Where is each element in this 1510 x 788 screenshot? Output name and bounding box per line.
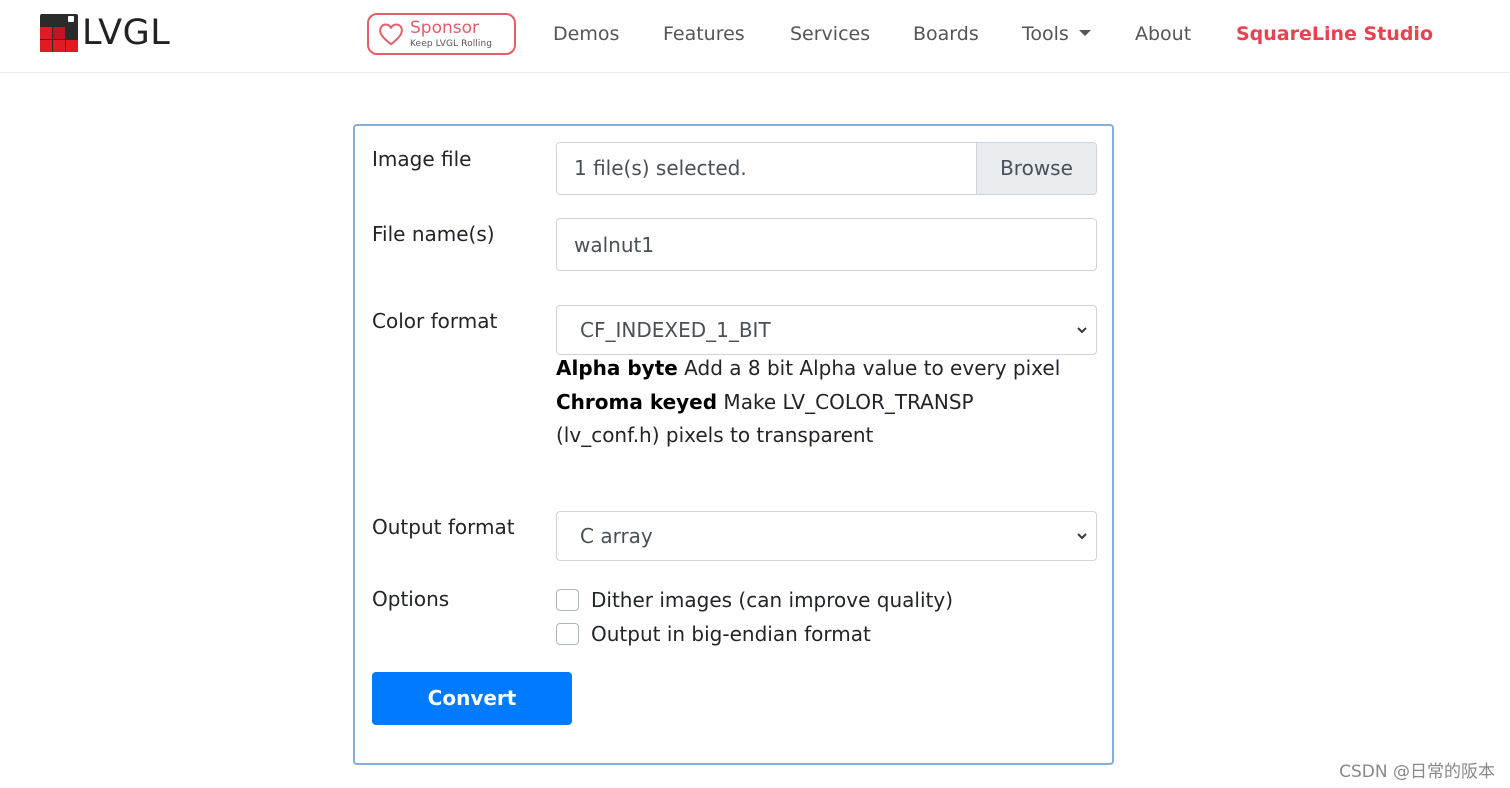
big-endian-checkbox[interactable]: [556, 623, 579, 645]
color-format-select[interactable]: CF_INDEXED_1_BIT: [556, 305, 1097, 355]
dither-checkbox[interactable]: [556, 589, 579, 611]
sponsor-button[interactable]: Sponsor Keep LVGL Rolling: [367, 13, 516, 55]
nav-about-label: About: [1135, 23, 1192, 45]
nav-boards[interactable]: Boards: [913, 22, 979, 46]
nav-squareline-studio[interactable]: SquareLine Studio: [1236, 22, 1433, 46]
nav-demos[interactable]: Demos: [553, 22, 619, 46]
caret-down-icon: [1078, 29, 1091, 36]
nav-features-label: Features: [663, 23, 745, 45]
nav-services-label: Services: [790, 23, 871, 45]
output-format-label: Output format: [372, 515, 515, 539]
help-term: Chroma keyed: [556, 389, 718, 414]
image-file-input[interactable]: 1 file(s) selected. Browse: [556, 142, 1097, 195]
chevron-down-icon: [1077, 533, 1087, 540]
browse-button[interactable]: Browse: [976, 143, 1096, 194]
color-format-help: Alpha byte Add a 8 bit Alpha value to ev…: [556, 352, 1076, 453]
chevron-down-icon: [1077, 327, 1087, 334]
heart-icon: [379, 23, 403, 46]
help-desc: Add a 8 bit Alpha value to every pixel: [677, 356, 1061, 380]
file-name-label: File name(s): [372, 222, 495, 246]
color-format-label: Color format: [372, 309, 498, 333]
sponsor-title: Sponsor: [410, 17, 480, 38]
help-alpha-byte: Alpha byte Add a 8 bit Alpha value to ev…: [556, 352, 1076, 386]
logo-text: LVGL: [82, 13, 171, 53]
output-format-select[interactable]: C array: [556, 511, 1097, 561]
watermark: CSDN @日常的阪本: [1339, 762, 1495, 782]
nav-about[interactable]: About: [1135, 22, 1191, 46]
file-selected-text: 1 file(s) selected.: [574, 156, 747, 180]
nav-tools-label: Tools: [1022, 23, 1069, 45]
converter-form-card: Image file 1 file(s) selected. Browse Fi…: [353, 124, 1114, 765]
nav-boards-label: Boards: [913, 23, 979, 45]
color-format-value: CF_INDEXED_1_BIT: [580, 318, 771, 342]
convert-button[interactable]: Convert: [372, 672, 572, 725]
help-term: Alpha byte: [556, 356, 678, 380]
top-navbar: LVGL Sponsor Keep LVGL Rolling Demos Fea…: [0, 0, 1510, 73]
big-endian-option[interactable]: Output in big-endian format: [556, 621, 871, 647]
nav-tools-dropdown[interactable]: Tools: [1022, 22, 1091, 46]
nav-demos-label: Demos: [553, 23, 620, 45]
nav-services[interactable]: Services: [790, 22, 870, 46]
big-endian-label: Output in big-endian format: [591, 622, 871, 646]
dither-label: Dither images (can improve quality): [591, 588, 953, 612]
file-name-input[interactable]: [556, 218, 1097, 271]
nav-squareline-label: SquareLine Studio: [1236, 23, 1433, 45]
image-file-label: Image file: [372, 147, 472, 171]
nav-features[interactable]: Features: [663, 22, 745, 46]
help-chroma-keyed: Chroma keyed Make LV_COLOR_TRANSP (lv_co…: [556, 386, 1076, 453]
lvgl-logo[interactable]: LVGL: [40, 13, 170, 53]
dither-option[interactable]: Dither images (can improve quality): [556, 587, 953, 613]
options-label: Options: [372, 587, 450, 611]
output-format-value: C array: [580, 524, 653, 548]
lvgl-logo-icon: [40, 14, 78, 52]
sponsor-subtitle: Keep LVGL Rolling: [410, 38, 493, 49]
